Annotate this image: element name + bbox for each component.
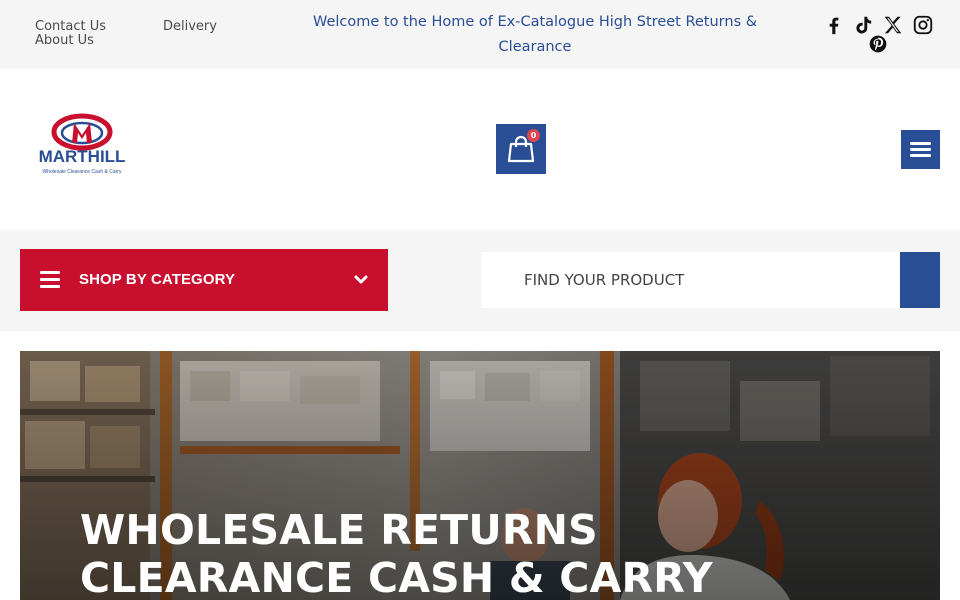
category-search-band: SHOP BY CATEGORY — [0, 230, 960, 331]
facebook-icon[interactable] — [823, 14, 845, 36]
marthill-logo[interactable]: MARTHILL Wholesale Clearance Cash & Carr… — [26, 111, 138, 177]
cart-count-badge: 0 — [527, 129, 540, 142]
shop-by-category-dropdown[interactable]: SHOP BY CATEGORY — [20, 249, 388, 311]
tiktok-icon[interactable] — [852, 14, 874, 36]
contact-us-link[interactable]: Contact Us — [35, 20, 106, 34]
top-bar: Contact Us About Us Delivery Welcome to … — [0, 0, 960, 69]
search-icon — [900, 252, 940, 308]
search-input[interactable] — [481, 252, 901, 308]
category-label: SHOP BY CATEGORY — [79, 271, 236, 288]
pinterest-icon[interactable] — [868, 34, 888, 54]
x-icon[interactable] — [882, 14, 904, 36]
hamburger-icon-bar — [910, 154, 931, 157]
welcome-message: Welcome to the Home of Ex-Catalogue High… — [312, 14, 758, 55]
about-us-link[interactable]: About Us — [35, 34, 94, 48]
hero-title-line2: CLEARANCE CASH & CARRY — [80, 554, 713, 600]
site-header: MARTHILL Wholesale Clearance Cash & Carr… — [0, 69, 960, 230]
hamburger-icon-bar — [910, 142, 931, 145]
delivery-link[interactable]: Delivery — [163, 20, 217, 34]
hamburger-icon-bar — [910, 148, 931, 151]
svg-text:MARTHILL: MARTHILL — [39, 147, 126, 166]
chevron-down-icon — [354, 275, 368, 284]
hero-banner: WHOLESALE RETURNS CLEARANCE CASH & CARRY — [20, 351, 940, 600]
instagram-icon[interactable] — [912, 14, 934, 36]
hero-title: WHOLESALE RETURNS CLEARANCE CASH & CARRY — [80, 506, 713, 600]
menu-lines-icon — [40, 271, 60, 289]
cart-button[interactable]: 0 — [496, 124, 546, 174]
search-button[interactable] — [900, 252, 940, 308]
svg-text:Wholesale Clearance Cash & Car: Wholesale Clearance Cash & Carry — [43, 169, 122, 175]
menu-toggle-button[interactable] — [901, 130, 940, 169]
hero-title-line1: WHOLESALE RETURNS — [80, 506, 598, 554]
